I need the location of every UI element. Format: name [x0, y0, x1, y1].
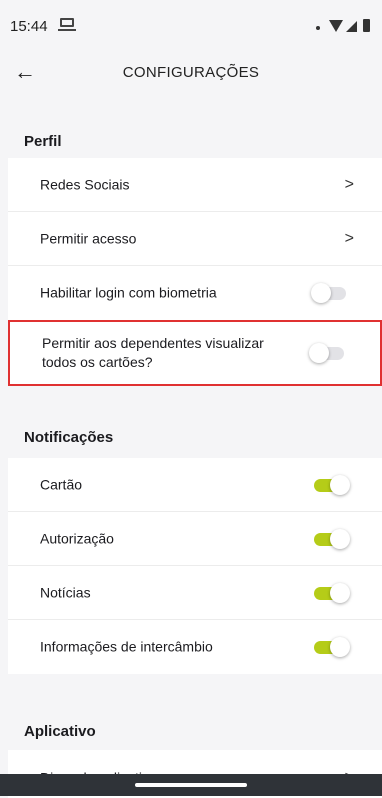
biometric-login-toggle[interactable] — [311, 283, 348, 303]
authorization-notification-toggle[interactable] — [314, 528, 350, 549]
row-label: Permitir acesso — [40, 230, 137, 246]
app-bar: ← CONFIGURAÇÕES — [0, 40, 382, 100]
notification-item-news: Notícias — [8, 566, 382, 620]
signal-icon — [346, 21, 357, 32]
card-notification-toggle[interactable] — [314, 474, 350, 495]
home-gesture-handle[interactable] — [135, 783, 247, 787]
row-label: Informações de intercâmbio — [40, 638, 213, 655]
system-navigation-bar — [0, 774, 382, 796]
chevron-right-icon: > — [344, 175, 354, 193]
notification-item-exchange-info: Informações de intercâmbio — [8, 620, 382, 674]
notification-dot-icon — [316, 26, 320, 30]
notifications-card: Cartão Autorização Notícias Informações … — [8, 458, 382, 674]
dependents-highlight: Permitir aos dependentes visualizar todo… — [8, 320, 382, 386]
row-label: Permitir aos dependentes visualizar todo… — [42, 335, 264, 370]
chevron-right-icon: > — [344, 229, 354, 247]
status-bar: 15:44 — [0, 0, 382, 40]
dependents-view-cards-toggle[interactable] — [309, 343, 346, 363]
news-notification-toggle[interactable] — [314, 582, 350, 603]
profile-item-dependents-view-cards: Permitir aos dependentes visualizar todo… — [10, 322, 380, 384]
row-label: Cartão — [40, 476, 83, 492]
row-label: Notícias — [40, 584, 91, 600]
exchange-info-notification-toggle[interactable] — [314, 637, 350, 657]
row-label: Habilitar login com biometria — [40, 284, 217, 301]
notification-item-card: Cartão — [8, 458, 382, 512]
profile-item-biometric-login: Habilitar login com biometria — [8, 266, 382, 320]
status-time: 15:44 — [10, 18, 48, 35]
battery-icon — [363, 19, 370, 32]
row-label: Redes Sociais — [40, 176, 130, 192]
wifi-icon — [329, 20, 343, 32]
notification-item-authorization: Autorização — [8, 512, 382, 566]
row-label: Autorização — [40, 530, 114, 546]
profile-card: Redes Sociais > Permitir acesso > Habili… — [8, 158, 382, 320]
profile-item-social-networks[interactable]: Redes Sociais > — [8, 158, 382, 212]
page-title: CONFIGURAÇÕES — [122, 64, 260, 81]
laptop-icon — [58, 18, 76, 31]
section-header-notifications: Notificações — [8, 412, 382, 464]
profile-item-allow-access[interactable]: Permitir acesso > — [8, 212, 382, 266]
